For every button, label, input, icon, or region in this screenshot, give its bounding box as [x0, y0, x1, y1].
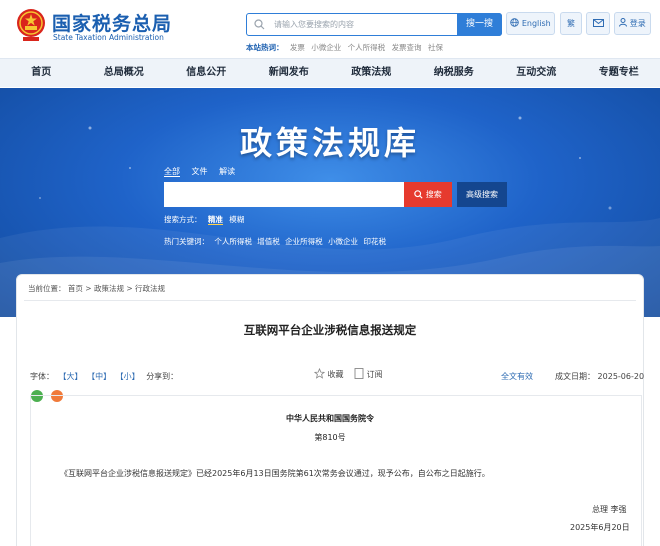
site-name-en: State Taxation Administration — [53, 33, 164, 42]
breadcrumb-home[interactable]: 首页 — [68, 284, 83, 293]
date-label: 成文日期： — [555, 372, 595, 381]
hot-words: 本站热词： 发票 小微企业 个人所得税 发票查询 社保 — [246, 42, 443, 53]
search-method: 搜索方式： 精准 模糊 — [164, 214, 244, 225]
font-size-label: 字体： — [30, 372, 54, 381]
search-method-label: 搜索方式： — [164, 215, 202, 224]
advanced-search-button[interactable]: 高级搜索 — [457, 182, 507, 207]
globe-icon — [510, 18, 520, 27]
nav-item-overview[interactable]: 总局概况 — [83, 59, 166, 87]
bookmark-icon — [354, 368, 364, 379]
keyword-link[interactable]: 增值税 — [257, 237, 280, 246]
tab-documents[interactable]: 文件 — [192, 167, 208, 176]
keyword-link[interactable]: 小微企业 — [328, 237, 358, 246]
main-nav: 首页 总局概况 信息公开 新闻发布 政策法规 纳税服务 互动交流 专题专栏 — [0, 58, 660, 87]
policy-search-button[interactable]: 搜索 — [404, 182, 452, 207]
user-icon — [619, 18, 628, 27]
nav-item-tax-service[interactable]: 纳税服务 — [413, 59, 496, 87]
validity-status: 全文有效 — [501, 372, 533, 381]
breadcrumb-regulations[interactable]: 行政法规 — [135, 284, 165, 293]
nav-item-disclosure[interactable]: 信息公开 — [165, 59, 248, 87]
traditional-chinese-button[interactable]: 繁 — [560, 12, 582, 35]
signature-date: 2025年6月20日 — [570, 523, 630, 532]
date-value: 2025-06-20 — [597, 372, 645, 381]
tab-interpretations[interactable]: 解读 — [219, 167, 235, 176]
nav-item-news[interactable]: 新闻发布 — [248, 59, 331, 87]
breadcrumb-prefix: 当前位置： — [28, 284, 66, 293]
hot-words-label: 本站热词： — [246, 43, 284, 52]
breadcrumb-separator: > — [126, 284, 133, 293]
method-fuzzy[interactable]: 模糊 — [229, 215, 244, 224]
issuer: 中华人民共和国国务院令 — [286, 414, 374, 423]
policy-search-label: 搜索 — [425, 190, 442, 199]
method-exact[interactable]: 精准 — [207, 215, 223, 225]
nav-item-home[interactable]: 首页 — [0, 59, 83, 87]
search-icon — [414, 190, 423, 199]
favorite-button[interactable]: 收藏 — [328, 370, 344, 379]
font-size-small[interactable]: 【小】 — [116, 372, 140, 381]
login-label: 登录 — [629, 19, 646, 28]
page: 国家税务总局 State Taxation Administration 请输入… — [0, 0, 660, 546]
search-icon — [254, 19, 265, 30]
search-input[interactable]: 请输入您要搜索的内容 — [274, 19, 354, 30]
mail-button[interactable] — [586, 12, 610, 35]
national-emblem-icon[interactable] — [16, 8, 46, 42]
article-title: 互联网平台企业涉税信息报送规定 — [243, 323, 417, 337]
site-name[interactable]: 国家税务总局 — [52, 9, 172, 36]
signatory: 总理 李强 — [592, 505, 627, 514]
hot-word[interactable]: 发票 — [290, 43, 305, 52]
scope-tabs: 全部 文件 解读 — [164, 166, 244, 177]
share-label: 分享到： — [146, 372, 179, 381]
divider — [24, 300, 636, 301]
written-date: 成文日期： 2025-06-20 — [555, 371, 644, 382]
breadcrumb-separator: > — [85, 284, 92, 293]
search-button[interactable]: 搜一搜 — [457, 13, 502, 36]
tab-all[interactable]: 全部 — [164, 167, 180, 177]
hot-word[interactable]: 小微企业 — [311, 43, 341, 52]
keyword-link[interactable]: 个人所得税 — [214, 237, 252, 246]
breadcrumb: 当前位置： 首页 > 政策法规 > 行政法规 — [28, 283, 165, 294]
subscribe-button[interactable]: 订阅 — [367, 370, 383, 379]
site-search-box[interactable]: 请输入您要搜索的内容 搜一搜 — [246, 13, 502, 36]
banner-title: 政策法规库 — [239, 124, 420, 162]
keyword-link[interactable]: 企业所得税 — [285, 237, 323, 246]
hot-word[interactable]: 个人所得税 — [348, 43, 386, 52]
breadcrumb-policy[interactable]: 政策法规 — [94, 284, 124, 293]
mail-icon — [592, 19, 604, 27]
hot-word[interactable]: 社保 — [428, 43, 443, 52]
hot-keywords: 热门关键词： 个人所得税 增值税 企业所得税 小微企业 印花税 — [164, 236, 386, 247]
keyword-link[interactable]: 印花税 — [363, 237, 386, 246]
font-size-controls: 字体： 【大】 【中】 【小】 分享到： — [30, 371, 178, 382]
nav-item-topics[interactable]: 专题专栏 — [578, 59, 660, 87]
font-size-large[interactable]: 【大】 — [59, 372, 83, 381]
site-header: 国家税务总局 State Taxation Administration 请输入… — [0, 0, 660, 56]
order-number: 第810号 — [314, 433, 346, 442]
nav-item-interaction[interactable]: 互动交流 — [495, 59, 578, 87]
nav-item-policy[interactable]: 政策法规 — [330, 59, 413, 87]
policy-search-input[interactable] — [164, 182, 404, 207]
article-body: 《互联网平台企业涉税信息报送规定》已经2025年6月13日国务院第61次常务会议… — [60, 469, 490, 478]
english-label: English — [521, 19, 551, 28]
login-button[interactable]: 登录 — [614, 12, 651, 35]
star-icon — [314, 368, 325, 379]
favorite-subscribe: 收藏 订阅 — [314, 368, 383, 380]
font-size-medium[interactable]: 【中】 — [87, 372, 111, 381]
hot-word[interactable]: 发票查询 — [392, 43, 422, 52]
hot-keywords-label: 热门关键词： — [164, 237, 209, 246]
english-button[interactable]: English — [506, 12, 555, 35]
